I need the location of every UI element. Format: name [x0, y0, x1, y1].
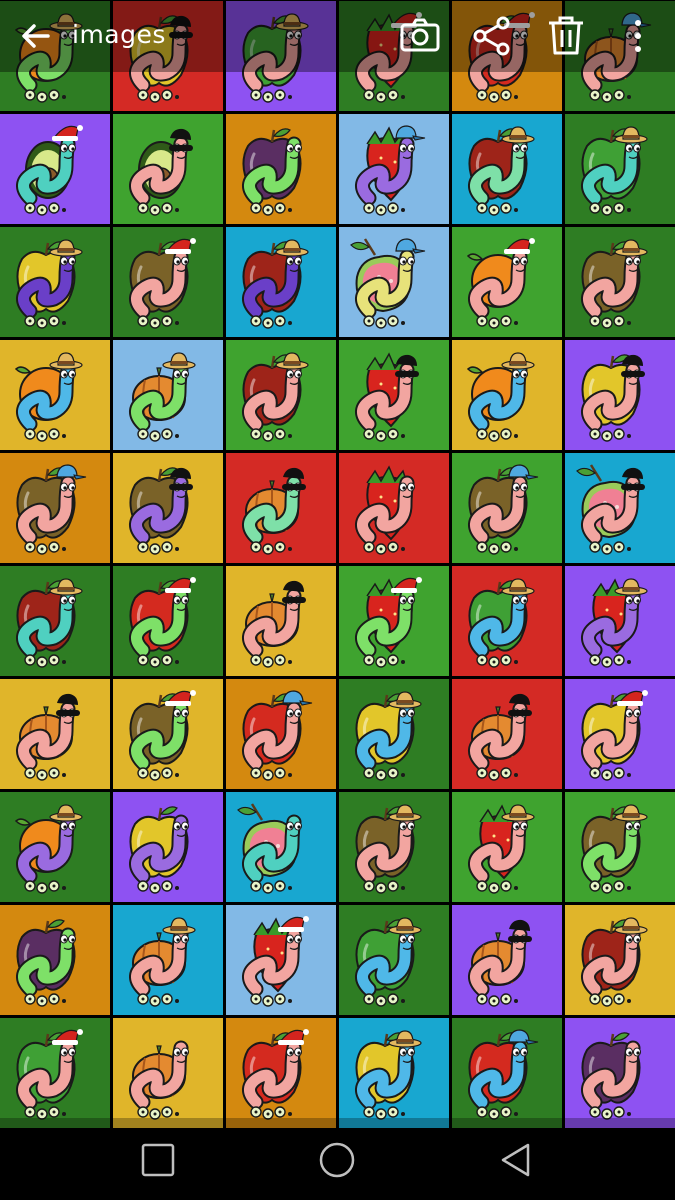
- image-thumbnail[interactable]: [565, 114, 675, 224]
- app-bar: images: [0, 0, 675, 72]
- image-thumbnail[interactable]: [452, 453, 562, 563]
- image-thumbnail[interactable]: [452, 1018, 562, 1128]
- image-thumbnail[interactable]: [339, 1018, 449, 1128]
- image-thumbnail[interactable]: [0, 792, 110, 902]
- image-thumbnail[interactable]: [113, 340, 223, 450]
- image-thumbnail[interactable]: [565, 227, 675, 337]
- image-thumbnail[interactable]: [226, 227, 336, 337]
- image-thumbnail[interactable]: [226, 340, 336, 450]
- image-thumbnail[interactable]: [565, 905, 675, 1015]
- back-triangle-icon[interactable]: [494, 1138, 538, 1182]
- image-thumbnail[interactable]: [565, 679, 675, 789]
- image-thumbnail[interactable]: [339, 114, 449, 224]
- image-thumbnail[interactable]: [565, 340, 675, 450]
- camera-icon[interactable]: [398, 14, 442, 58]
- navigation-bar: [0, 1118, 675, 1200]
- more-vertical-icon[interactable]: [618, 14, 658, 58]
- image-thumbnail[interactable]: [226, 679, 336, 789]
- image-thumbnail[interactable]: [226, 1018, 336, 1128]
- image-thumbnail[interactable]: [565, 1018, 675, 1128]
- image-thumbnail[interactable]: [452, 340, 562, 450]
- image-thumbnail[interactable]: [0, 114, 110, 224]
- image-thumbnail[interactable]: [226, 114, 336, 224]
- page-title: images: [72, 20, 166, 49]
- image-thumbnail[interactable]: [452, 114, 562, 224]
- home-circle-icon[interactable]: [315, 1138, 359, 1182]
- image-thumbnail[interactable]: [113, 792, 223, 902]
- image-thumbnail[interactable]: [226, 792, 336, 902]
- image-thumbnail[interactable]: [113, 227, 223, 337]
- image-thumbnail[interactable]: [0, 1018, 110, 1128]
- image-thumbnail[interactable]: [0, 679, 110, 789]
- image-thumbnail[interactable]: [113, 566, 223, 676]
- image-thumbnail[interactable]: [0, 905, 110, 1015]
- image-thumbnail[interactable]: [113, 1018, 223, 1128]
- image-thumbnail[interactable]: [0, 340, 110, 450]
- image-thumbnail[interactable]: [113, 114, 223, 224]
- image-thumbnail[interactable]: [339, 905, 449, 1015]
- image-thumbnail[interactable]: [339, 792, 449, 902]
- gallery-screen: images: [0, 0, 675, 1200]
- back-arrow-icon[interactable]: [18, 18, 54, 54]
- image-thumbnail[interactable]: [226, 453, 336, 563]
- image-thumbnail[interactable]: [339, 566, 449, 676]
- image-thumbnail[interactable]: [0, 453, 110, 563]
- image-thumbnail[interactable]: [0, 227, 110, 337]
- image-thumbnail[interactable]: [113, 679, 223, 789]
- image-thumbnail[interactable]: [565, 566, 675, 676]
- share-icon[interactable]: [470, 14, 514, 58]
- image-thumbnail[interactable]: [226, 566, 336, 676]
- image-thumbnail[interactable]: [339, 679, 449, 789]
- image-thumbnail[interactable]: [339, 453, 449, 563]
- image-thumbnail[interactable]: [113, 453, 223, 563]
- image-thumbnail[interactable]: [113, 905, 223, 1015]
- image-thumbnail[interactable]: [0, 566, 110, 676]
- image-thumbnail[interactable]: [452, 566, 562, 676]
- image-thumbnail[interactable]: [565, 453, 675, 563]
- image-thumbnail[interactable]: [226, 905, 336, 1015]
- image-thumbnail[interactable]: [452, 792, 562, 902]
- recents-square-icon[interactable]: [136, 1138, 180, 1182]
- image-thumbnail[interactable]: [452, 679, 562, 789]
- trash-icon[interactable]: [544, 14, 588, 58]
- image-thumbnail[interactable]: [565, 792, 675, 902]
- image-thumbnail[interactable]: [452, 905, 562, 1015]
- image-thumbnail[interactable]: [339, 227, 449, 337]
- image-thumbnail[interactable]: [339, 340, 449, 450]
- image-thumbnail[interactable]: [452, 227, 562, 337]
